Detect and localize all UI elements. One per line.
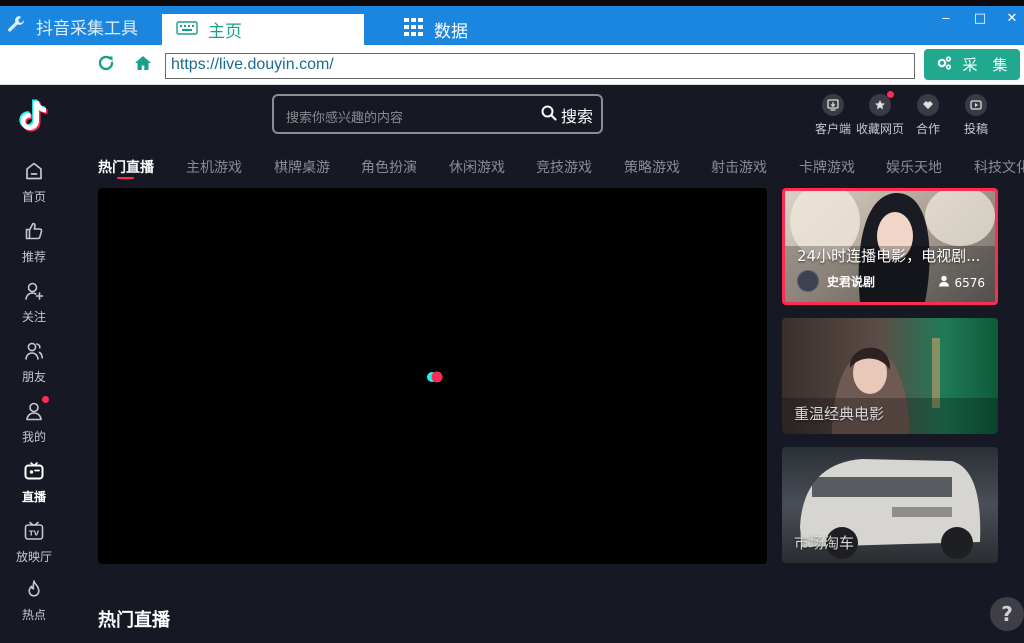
live-card[interactable]: 市场淘车	[782, 447, 998, 563]
flame-icon	[23, 578, 45, 600]
sidebar-item-theater[interactable]: TV 放映厅	[0, 520, 68, 576]
search-button[interactable]: 搜索	[541, 103, 593, 127]
avatar	[797, 270, 819, 292]
handshake-icon	[917, 94, 939, 116]
home-button[interactable]	[129, 53, 157, 77]
sidebar-item-label: 推荐	[21, 250, 46, 264]
sidebar-item-follow[interactable]: 关注	[0, 280, 68, 336]
keyboard-icon	[176, 20, 198, 40]
section-title: 热门直播	[98, 610, 170, 631]
live-icon	[23, 460, 45, 482]
category-tab[interactable]: 竞技游戏	[536, 157, 592, 177]
category-tabs: 热门直播 主机游戏 棋牌桌游 角色扮演 休闲游戏 竞技游戏 策略游戏 射击游戏 …	[98, 157, 1024, 183]
tv-icon: TV	[23, 520, 45, 542]
tab-data-label: 数据	[434, 22, 468, 42]
sidebar-item-label: 直播	[21, 490, 46, 504]
home-icon	[134, 55, 152, 75]
search-input[interactable]: 搜索你感兴趣的内容	[286, 107, 403, 126]
sidebar-item-label: 首页	[21, 190, 46, 204]
action-label: 投稿	[963, 122, 988, 136]
close-button[interactable]: ✕	[1002, 10, 1022, 26]
user-plus-icon	[23, 280, 45, 302]
douyin-logo[interactable]	[18, 98, 50, 134]
live-card-title: 24小时连播电影，电视剧...	[797, 247, 981, 265]
action-client[interactable]: 客户端	[807, 94, 859, 137]
live-card-author: 史君说剧	[797, 270, 875, 292]
sidebar-item-home[interactable]: 首页	[0, 160, 68, 216]
action-bookmark[interactable]: 收藏网页	[854, 91, 906, 137]
gears-icon	[936, 55, 952, 75]
collect-button[interactable]: 采 集	[924, 49, 1020, 80]
minimize-button[interactable]: ‒	[936, 10, 956, 26]
search-box[interactable]: 搜索你感兴趣的内容 搜索	[272, 94, 603, 134]
tab-home[interactable]: 主页	[162, 14, 364, 45]
upload-video-icon	[965, 94, 987, 116]
app-title: 抖音采集工具	[6, 14, 138, 39]
help-button[interactable]: ?	[990, 597, 1024, 631]
address-bar: https://live.douyin.com/ 采 集	[0, 45, 1024, 85]
sidebar-item-label: 朋友	[21, 370, 46, 384]
live-card[interactable]: 24小时连播电影，电视剧... 史君说剧 6576	[782, 188, 998, 305]
live-card[interactable]: 重温经典电影	[782, 318, 998, 434]
maximize-button[interactable]: □	[970, 10, 990, 26]
url-input[interactable]: https://live.douyin.com/	[165, 53, 915, 79]
category-tab[interactable]: 科技文化	[974, 157, 1024, 177]
category-tab[interactable]: 射击游戏	[711, 157, 767, 177]
sidebar-item-trending[interactable]: 热点	[0, 578, 68, 634]
sidebar-item-label: 放映厅	[15, 550, 52, 564]
friends-icon	[23, 340, 45, 362]
action-label: 客户端	[814, 122, 851, 136]
category-tab[interactable]: 角色扮演	[361, 157, 417, 177]
search-button-label: 搜索	[560, 107, 593, 126]
collect-label: 采 集	[962, 56, 1008, 74]
action-upload[interactable]: 投稿	[950, 94, 1002, 137]
search-icon	[541, 105, 557, 125]
action-label: 合作	[915, 122, 940, 136]
person-icon	[938, 275, 950, 290]
live-card-title: 市场淘车	[794, 534, 855, 552]
taskbar-strip	[0, 0, 1024, 6]
thumbs-up-icon	[23, 220, 45, 242]
action-cooperation[interactable]: 合作	[902, 94, 954, 137]
category-tab[interactable]: 休闲游戏	[449, 157, 505, 177]
author-name: 史君说剧	[827, 274, 876, 289]
active-tab-indicator	[117, 177, 134, 179]
loading-spinner-icon	[426, 369, 444, 383]
refresh-button[interactable]	[92, 53, 120, 77]
profile-icon	[23, 396, 49, 422]
live-card-title: 重温经典电影	[794, 405, 885, 423]
tab-home-label: 主页	[208, 22, 242, 42]
sidebar-item-mine[interactable]: 我的	[0, 396, 68, 456]
category-tab[interactable]: 棋牌桌游	[274, 157, 330, 177]
grid-icon	[404, 18, 424, 41]
sidebar-item-live[interactable]: 直播	[0, 460, 68, 516]
wrench-icon	[6, 14, 26, 39]
refresh-icon	[97, 54, 115, 76]
sidebar-item-label: 热点	[21, 608, 46, 622]
download-icon	[822, 94, 844, 116]
viewer-count: 6576	[938, 275, 985, 290]
viewer-count-value: 6576	[954, 275, 985, 290]
app-title-text: 抖音采集工具	[36, 18, 138, 39]
category-tab[interactable]: 热门直播	[98, 157, 154, 177]
svg-text:TV: TV	[29, 530, 40, 538]
tab-data[interactable]: 数据	[404, 14, 584, 45]
sidebar-item-label: 我的	[21, 430, 46, 444]
sidebar-item-recommend[interactable]: 推荐	[0, 220, 68, 276]
category-tab[interactable]: 主机游戏	[186, 157, 242, 177]
notification-dot	[42, 396, 49, 403]
category-tab[interactable]: 卡牌游戏	[799, 157, 855, 177]
category-tab[interactable]: 策略游戏	[624, 157, 680, 177]
notification-dot	[887, 91, 894, 98]
action-label: 收藏网页	[855, 122, 904, 136]
sidebar-item-label: 关注	[21, 310, 46, 324]
home-outline-icon	[23, 160, 45, 182]
category-tab[interactable]: 娱乐天地	[886, 157, 942, 177]
star-icon	[869, 91, 894, 116]
sidebar-item-friends[interactable]: 朋友	[0, 340, 68, 396]
